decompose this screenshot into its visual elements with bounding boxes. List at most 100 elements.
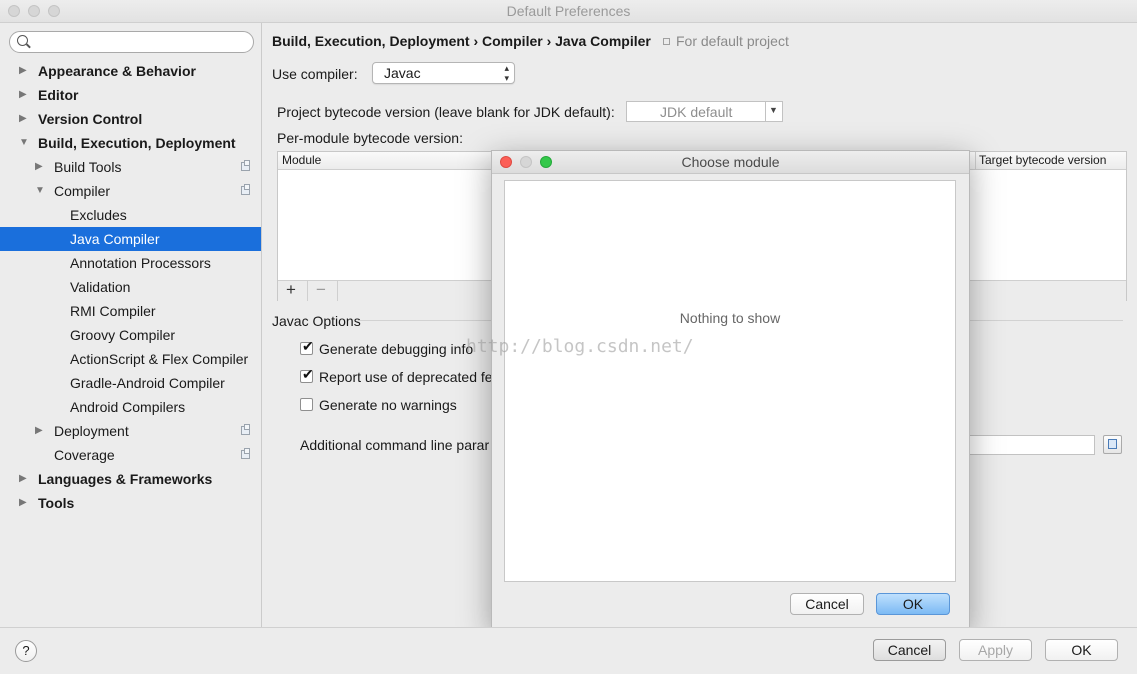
project-scope-icon bbox=[663, 38, 670, 45]
sidebar-item-build-execution-deployment[interactable]: ▼ Build, Execution, Deployment bbox=[0, 131, 261, 155]
sidebar-item-validation[interactable]: Validation bbox=[0, 275, 261, 299]
help-button[interactable]: ? bbox=[15, 640, 37, 662]
sidebar-item-gradle-android-compiler[interactable]: Gradle-Android Compiler bbox=[0, 371, 261, 395]
sidebar-item-excludes[interactable]: Excludes bbox=[0, 203, 261, 227]
column-header-target-bytecode[interactable]: Target bytecode version bbox=[979, 153, 1106, 167]
generate-debug-info-checkbox[interactable]: ✔ bbox=[300, 338, 314, 355]
checkmark-icon: ✔ bbox=[302, 366, 314, 382]
per-module-label: Per-module bytecode version: bbox=[277, 130, 463, 146]
dialog-cancel-button[interactable]: Cancel bbox=[790, 593, 864, 615]
expand-arrow-icon[interactable]: ▶ bbox=[19, 59, 27, 83]
expand-arrow-icon[interactable]: ▶ bbox=[35, 155, 43, 179]
settings-sidebar: ▶ Appearance & Behavior ▶ Editor ▶ Versi… bbox=[0, 23, 262, 627]
sidebar-item-java-compiler[interactable]: Java Compiler bbox=[0, 227, 261, 251]
no-warnings-label: Generate no warnings bbox=[319, 397, 457, 413]
sidebar-item-compiler[interactable]: ▼ Compiler bbox=[0, 179, 261, 203]
bytecode-version-label: Project bytecode version (leave blank fo… bbox=[277, 104, 615, 120]
sidebar-item-coverage[interactable]: Coverage bbox=[0, 443, 261, 467]
scope-note: For default project bbox=[676, 33, 789, 49]
compiler-select-value: Javac bbox=[384, 65, 421, 81]
sidebar-item-label: Groovy Compiler bbox=[70, 327, 176, 343]
sidebar-item-label: Languages & Frameworks bbox=[38, 471, 213, 487]
expand-arrow-icon[interactable]: ▶ bbox=[19, 467, 27, 491]
toolbar-divider bbox=[337, 281, 338, 301]
project-config-icon bbox=[241, 424, 250, 435]
project-config-icon bbox=[241, 448, 250, 459]
column-divider bbox=[975, 152, 976, 169]
expand-arrow-icon[interactable]: ▶ bbox=[19, 83, 27, 107]
ok-button[interactable]: OK bbox=[1045, 639, 1118, 661]
sidebar-item-tools[interactable]: ▶ Tools bbox=[0, 491, 261, 515]
settings-search-input[interactable] bbox=[9, 31, 254, 53]
sidebar-item-label: Build Tools bbox=[54, 159, 122, 175]
project-config-icon bbox=[241, 184, 250, 195]
sidebar-item-label: Tools bbox=[38, 495, 75, 511]
use-compiler-label: Use compiler: bbox=[272, 66, 358, 82]
sidebar-item-actionscript-flex-compiler[interactable]: ActionScript & Flex Compiler bbox=[0, 347, 261, 371]
sidebar-item-version-control[interactable]: ▶ Version Control bbox=[0, 107, 261, 131]
module-list[interactable]: Nothing to show bbox=[504, 180, 956, 582]
sidebar-item-label: Appearance & Behavior bbox=[38, 63, 196, 79]
javac-options-title: Javac Options bbox=[272, 313, 361, 329]
sidebar-item-annotation-processors[interactable]: Annotation Processors bbox=[0, 251, 261, 275]
apply-button[interactable]: Apply bbox=[959, 639, 1032, 661]
dialog-titlebar: Choose module bbox=[492, 151, 969, 174]
collapse-arrow-icon[interactable]: ▼ bbox=[19, 131, 29, 155]
breadcrumb: Build, Execution, Deployment › Compiler … bbox=[272, 33, 651, 49]
sidebar-item-appearance-behavior[interactable]: ▶ Appearance & Behavior bbox=[0, 59, 261, 83]
sidebar-item-label: Version Control bbox=[38, 111, 143, 127]
add-module-button[interactable]: + bbox=[286, 280, 296, 300]
search-icon bbox=[17, 35, 28, 46]
bytecode-version-value: JDK default bbox=[660, 104, 733, 120]
generate-debug-info-label: Generate debugging info bbox=[319, 341, 474, 357]
empty-list-text: Nothing to show bbox=[679, 310, 781, 326]
sidebar-item-label: Coverage bbox=[54, 447, 115, 463]
sidebar-item-label: Excludes bbox=[70, 207, 127, 223]
window-title: Default Preferences bbox=[506, 3, 631, 19]
dialog-ok-button[interactable]: OK bbox=[876, 593, 950, 615]
sidebar-item-build-tools[interactable]: ▶ Build Tools bbox=[0, 155, 261, 179]
window-titlebar: Default Preferences bbox=[0, 0, 1137, 23]
cancel-button[interactable]: Cancel bbox=[873, 639, 946, 661]
sidebar-item-label: Annotation Processors bbox=[70, 255, 211, 271]
sidebar-item-label: Validation bbox=[70, 279, 131, 295]
expand-arrow-icon[interactable]: ▶ bbox=[19, 107, 27, 131]
column-header-module[interactable]: Module bbox=[282, 153, 321, 167]
report-deprecated-label: Report use of deprecated fe bbox=[319, 369, 493, 385]
checkmark-icon: ✔ bbox=[302, 338, 314, 354]
no-warnings-checkbox[interactable] bbox=[300, 398, 313, 411]
sidebar-item-label: Compiler bbox=[54, 183, 111, 199]
choose-module-dialog: Choose module Nothing to show Cancel OK bbox=[491, 150, 970, 629]
sidebar-item-languages-frameworks[interactable]: ▶ Languages & Frameworks bbox=[0, 467, 261, 491]
sidebar-item-label: RMI Compiler bbox=[70, 303, 156, 319]
project-config-icon bbox=[241, 160, 250, 171]
combo-divider bbox=[765, 102, 766, 121]
sidebar-item-label: Java Compiler bbox=[70, 231, 160, 247]
sidebar-item-deployment[interactable]: ▶ Deployment bbox=[0, 419, 261, 443]
sidebar-item-rmi-compiler[interactable]: RMI Compiler bbox=[0, 299, 261, 323]
sidebar-item-editor[interactable]: ▶ Editor bbox=[0, 83, 261, 107]
sidebar-item-android-compilers[interactable]: Android Compilers bbox=[0, 395, 261, 419]
sidebar-item-groovy-compiler[interactable]: Groovy Compiler bbox=[0, 323, 261, 347]
toolbar-divider bbox=[307, 281, 308, 301]
sidebar-item-label: Editor bbox=[38, 87, 79, 103]
expand-arrow-icon[interactable]: ▶ bbox=[19, 491, 27, 515]
dialog-footer: ? Cancel Apply OK bbox=[0, 627, 1137, 674]
remove-module-button[interactable]: − bbox=[316, 280, 326, 300]
collapse-arrow-icon[interactable]: ▼ bbox=[35, 179, 45, 203]
compiler-select[interactable]: Javac ▴ ▾ bbox=[372, 62, 515, 84]
dialog-title: Choose module bbox=[681, 154, 780, 170]
additional-params-label: Additional command line parar bbox=[300, 437, 490, 453]
sidebar-item-label: Build, Execution, Deployment bbox=[38, 135, 236, 151]
watermark-text: http://blog.csdn.net/ bbox=[466, 336, 694, 357]
expand-text-button[interactable] bbox=[1103, 435, 1122, 454]
sidebar-item-label: ActionScript & Flex Compiler bbox=[70, 351, 249, 367]
expand-arrow-icon[interactable]: ▶ bbox=[35, 419, 43, 443]
bytecode-version-combo[interactable]: JDK default ▼ bbox=[626, 101, 783, 122]
expand-field-icon bbox=[1108, 439, 1117, 449]
sidebar-item-label: Android Compilers bbox=[70, 399, 186, 415]
report-deprecated-checkbox[interactable]: ✔ bbox=[300, 366, 314, 383]
updown-arrows-icon: ▴ ▾ bbox=[504, 63, 509, 83]
sidebar-item-label: Deployment bbox=[54, 423, 129, 439]
dropdown-arrow-icon[interactable]: ▼ bbox=[769, 105, 778, 115]
